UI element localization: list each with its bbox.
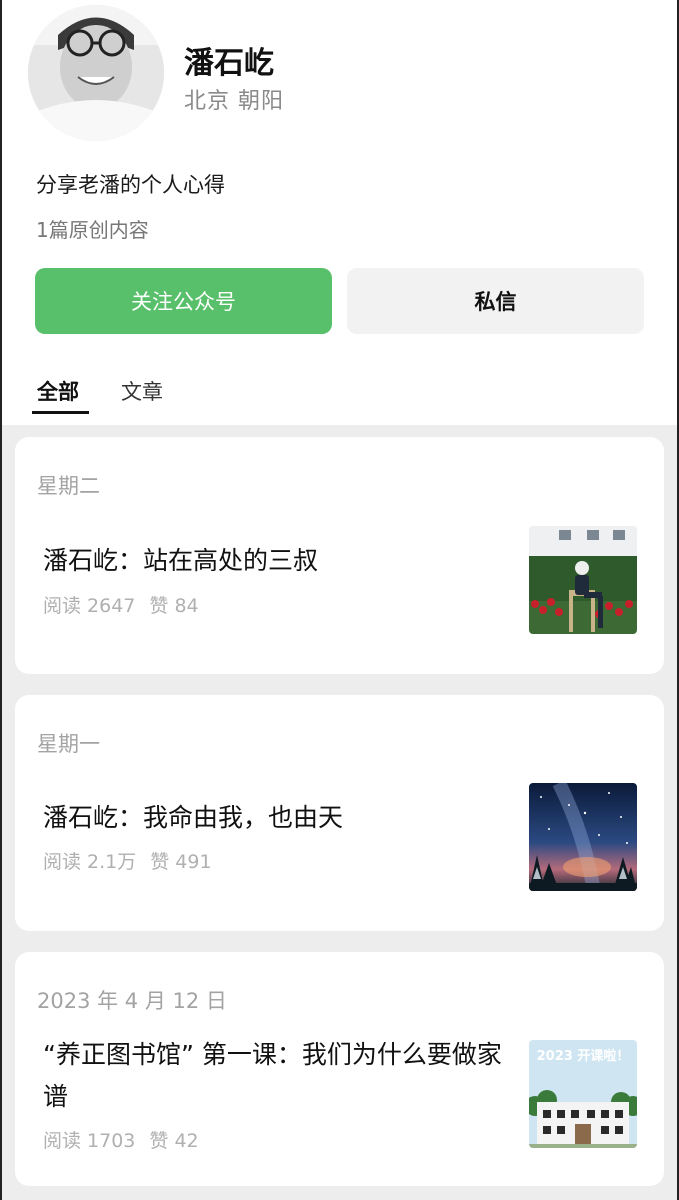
follow-button[interactable]: 关注公众号	[35, 268, 332, 334]
tab-articles[interactable]: 文章	[121, 376, 163, 406]
article-date: 2023 年 4 月 12 日	[37, 989, 227, 1013]
article-card[interactable]: 星期一 潘石屹：我命由我，也由天 阅读 2.1万赞 491	[15, 695, 664, 931]
tab-all[interactable]: 全部	[37, 376, 79, 406]
content-tabs: 全部 文章	[0, 368, 679, 418]
article-thumbnail[interactable]	[529, 783, 637, 891]
read-count: 阅读 2647	[43, 595, 136, 617]
article-title[interactable]: “养正图书馆” 第一课：我们为什么要做家谱	[43, 1034, 503, 1118]
article-stats: 阅读 2647 赞 84	[43, 591, 199, 618]
active-tab-indicator	[32, 411, 89, 414]
article-date: 星期一	[37, 732, 100, 756]
thumbnail-caption: 2023 开课啦！	[537, 1048, 630, 1064]
article-card[interactable]: 2023 年 4 月 12 日 “养正图书馆” 第一课：我们为什么要做家谱 阅读…	[15, 952, 664, 1186]
like-count: 赞 42	[149, 1130, 199, 1152]
article-card[interactable]: 星期二 潘石屹：站在高处的三叔 阅读 2647 赞 84	[15, 437, 664, 674]
read-count: 阅读 2.1万	[43, 851, 137, 873]
account-name: 潘石屹	[184, 46, 274, 81]
article-title[interactable]: 潘石屹：我命由我，也由天	[43, 797, 503, 839]
message-button[interactable]: 私信	[347, 268, 644, 334]
like-count: 赞 84	[149, 595, 199, 617]
article-stats: 阅读 1703 赞 42	[43, 1126, 199, 1153]
article-thumbnail[interactable]	[529, 526, 637, 634]
read-count: 阅读 1703	[43, 1130, 136, 1152]
account-bio: 分享老潘的个人心得	[36, 173, 225, 197]
account-location: 北京 朝阳	[184, 89, 284, 114]
avatar[interactable]	[28, 5, 164, 141]
article-date: 星期二	[37, 474, 100, 498]
article-thumbnail[interactable]: 2023 开课啦！	[529, 1040, 637, 1148]
article-title[interactable]: 潘石屹：站在高处的三叔	[43, 540, 503, 582]
profile-header: 潘石屹 北京 朝阳 分享老潘的个人心得 1篇原创内容 关注公众号 私信 全部 文…	[0, 0, 679, 425]
like-count: 赞 491	[150, 851, 212, 873]
article-stats: 阅读 2.1万赞 491	[43, 847, 212, 874]
original-content-count[interactable]: 1篇原创内容	[36, 214, 149, 243]
